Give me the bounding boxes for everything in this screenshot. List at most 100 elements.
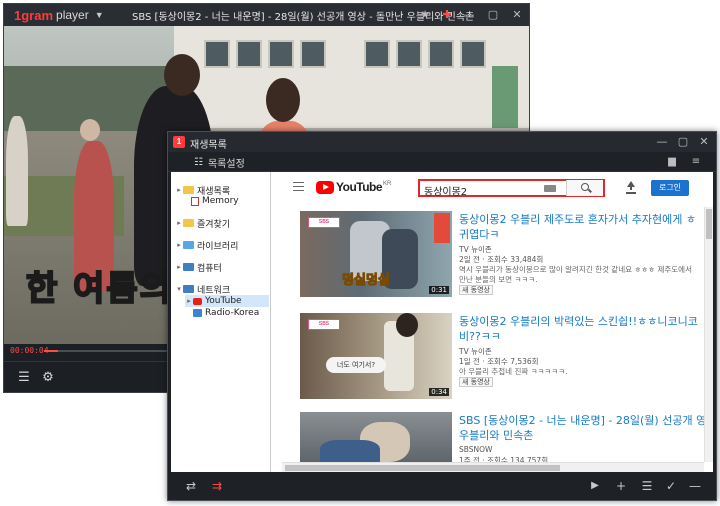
playlist-body: ▸ 재생목록 Memory ▸ 즐겨찾기 ▸ 라이브러리 ▸ 컴퓨터 ▾ 네트워…: [171, 172, 713, 472]
repeat-icon[interactable]: ⇄: [184, 479, 198, 493]
building-window: [396, 40, 422, 68]
playlist-toolbar: ☷ 목록설정 ▆ ≡: [168, 152, 716, 172]
search-icon: [581, 183, 589, 191]
tree-item-library[interactable]: ▸ 라이브러리: [175, 239, 238, 252]
tree-label: Memory: [202, 196, 239, 206]
playlist-icon[interactable]: ☰: [16, 370, 32, 386]
gear-icon[interactable]: ⚙: [40, 370, 56, 386]
shuffle-icon[interactable]: ⇉: [210, 479, 224, 493]
close-icon[interactable]: ✕: [509, 7, 525, 23]
library-icon: [183, 241, 194, 249]
list-icon[interactable]: ☰: [640, 479, 654, 493]
expand-icon[interactable]: ▸: [175, 219, 183, 227]
playlist-window: 1 재생목록 — ▢ ✕ ☷ 목록설정 ▆ ≡ ▸ 재생목록 Memory ▸: [167, 131, 717, 501]
building-window: [460, 40, 486, 68]
check-icon[interactable]: ✓: [664, 479, 678, 493]
sort-icon[interactable]: ≡: [688, 154, 704, 170]
seek-progress: [44, 350, 59, 352]
building-window: [236, 40, 262, 68]
youtube-region: KR: [383, 181, 392, 187]
video-title[interactable]: 동상이몽2 우블리 제주도로 혼자가서 추자현에게 ㅎ 귀엽다ㅋ: [459, 212, 709, 242]
building-door: [492, 66, 518, 128]
expand-icon[interactable]: ▸: [175, 263, 183, 271]
keyboard-icon[interactable]: [544, 185, 556, 192]
source-tree: ▸ 재생목록 Memory ▸ 즐겨찾기 ▸ 라이브러리 ▸ 컴퓨터 ▾ 네트워…: [171, 172, 271, 472]
collapse-icon[interactable]: ▾: [175, 285, 183, 293]
video-result[interactable]: 너도 여기서? SBS 0:34 동상이몽2 우블리의 박력있는 스킨쉽!!ㅎㅎ…: [300, 313, 700, 407]
video-title[interactable]: SBS [동상이몽2 - 너는 내운명] - 28일(월) 선공개 영 우블리와…: [459, 413, 709, 443]
video-subtitle: 한 여름의: [25, 268, 173, 310]
maximize-icon[interactable]: ▢: [485, 7, 501, 23]
video-description-line2: 만난 분들의 보면 ㅋㅋㅋ.: [459, 275, 538, 284]
person-head: [266, 78, 300, 122]
maximize-icon[interactable]: ▢: [675, 134, 691, 150]
minimize-icon[interactable]: —: [654, 134, 670, 150]
new-video-tag: 새 동영상: [459, 285, 493, 295]
scrollbar-thumb[interactable]: [285, 465, 560, 471]
new-video-tag: 새 동영상: [459, 377, 493, 387]
pin-icon[interactable]: ✚: [439, 7, 455, 23]
video-title[interactable]: 동상이몽2 우블리의 박력있는 스킨쉽!!ㅎㅎ니코니코 비??ㅋㅋ: [459, 314, 709, 344]
player-titlebar[interactable]: 1gram player ▼ SBS [동상이몽2 - 너는 내운명] - 28…: [4, 4, 529, 26]
tree-label: 컴퓨터: [197, 263, 222, 274]
video-building: [174, 26, 529, 131]
playlist-titlebar[interactable]: 1 재생목록 — ▢ ✕: [168, 132, 716, 152]
person-figure: [6, 116, 28, 226]
channel-name[interactable]: SBSNOW: [459, 445, 492, 454]
tree-item-favorites[interactable]: ▸ 즐겨찾기: [175, 217, 231, 230]
app-logo-icon: 1: [173, 136, 185, 148]
tree-item-computer[interactable]: ▸ 컴퓨터: [175, 261, 222, 274]
vertical-scrollbar[interactable]: [704, 207, 713, 462]
folder-icon: [183, 186, 194, 194]
horizontal-scrollbar[interactable]: [282, 462, 704, 472]
thumb-caption: 덩실덩실: [342, 273, 391, 289]
building-window: [428, 40, 454, 68]
minimize-icon[interactable]: —: [461, 7, 477, 23]
expand-icon[interactable]: ▸: [175, 241, 183, 249]
player-logo[interactable]: 1gram player ▼: [14, 7, 104, 23]
tree-item-radio-korea[interactable]: Radio-Korea: [193, 307, 259, 319]
remove-icon[interactable]: —: [688, 479, 702, 493]
playlist-footer: ⇄ ⇉ ▶ + ☰ ✓ —: [168, 472, 716, 500]
chevron-down-icon[interactable]: ▼: [95, 10, 104, 20]
building-window: [268, 40, 294, 68]
show-badge: SBS: [308, 217, 340, 228]
video-thumbnail[interactable]: 너도 여기서? SBS 0:34: [300, 313, 452, 399]
add-icon[interactable]: +: [614, 479, 628, 493]
star-icon[interactable]: ★: [417, 7, 433, 23]
video-description: 아 우블리 추접네 진짜 ㅋㅋㅋㅋㅋ.: [459, 367, 568, 376]
youtube-play-icon: [316, 181, 334, 194]
play-icon[interactable]: ▶: [588, 479, 602, 493]
search-input[interactable]: 동상이몽2: [424, 183, 467, 198]
bookmark-icon[interactable]: [434, 213, 450, 243]
building-window: [364, 40, 390, 68]
video-result[interactable]: 덩실덩실 SBS 0:31 동상이몽2 우블리 제주도로 혼자가서 추자현에게 …: [300, 211, 700, 305]
radio-icon: [193, 309, 202, 317]
list-settings-label: 목록설정: [207, 159, 245, 170]
scrollbar-thumb[interactable]: [706, 209, 712, 239]
list-settings-button[interactable]: ☷ 목록설정: [194, 155, 245, 170]
person-head: [80, 119, 100, 141]
close-icon[interactable]: ✕: [696, 134, 712, 150]
video-thumbnail[interactable]: 덩실덩실 SBS 0:31: [300, 211, 452, 297]
hamburger-menu-icon[interactable]: [293, 182, 304, 192]
memory-icon: [191, 196, 199, 206]
tree-item-network[interactable]: ▾ 네트워크: [175, 283, 230, 296]
tree-label: Radio-Korea: [205, 308, 260, 318]
tree-item-memory[interactable]: Memory: [191, 195, 239, 207]
expand-icon[interactable]: ▸: [185, 297, 193, 305]
youtube-logo[interactable]: YouTube KR: [316, 181, 391, 194]
tree-label: 즐겨찾기: [197, 219, 231, 230]
folder-icon[interactable]: ▆: [664, 154, 680, 170]
building-window: [300, 40, 326, 68]
upload-icon[interactable]: [625, 181, 637, 194]
person-head: [164, 54, 200, 96]
brand-name: 1gram: [14, 7, 54, 23]
tree-item-youtube[interactable]: ▸ YouTube: [185, 295, 269, 307]
show-badge: SBS: [308, 319, 340, 330]
search-box[interactable]: 동상이몽2: [418, 179, 605, 198]
video-duration: 0:31: [429, 286, 449, 294]
login-button[interactable]: 로그인: [651, 180, 689, 196]
search-button[interactable]: [566, 180, 603, 196]
expand-icon[interactable]: ▸: [175, 186, 183, 194]
